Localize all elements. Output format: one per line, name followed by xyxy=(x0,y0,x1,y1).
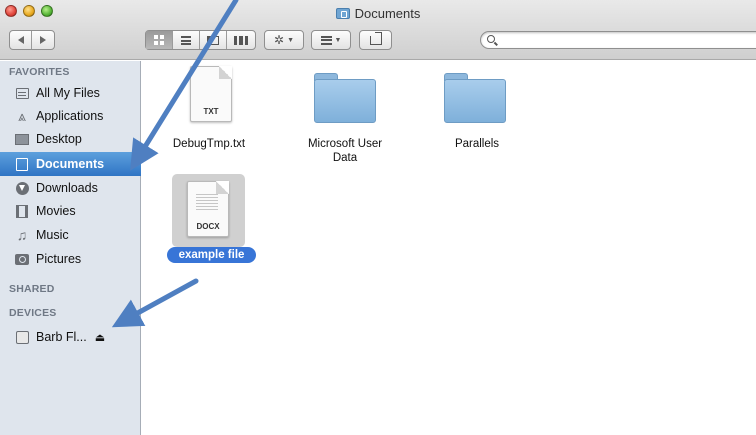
share-button[interactable] xyxy=(359,30,392,50)
sidebar-item-applications[interactable]: ⩓ Applications xyxy=(0,105,141,127)
sidebar-item-label: Pictures xyxy=(36,252,82,266)
folder-parallels[interactable]: Parallels xyxy=(430,66,524,158)
action-menu-button[interactable]: ✲ ▼ xyxy=(264,30,304,50)
file-ext-label: DOCX xyxy=(196,222,220,231)
chevron-down-icon: ▼ xyxy=(334,36,342,44)
finder-window: Documents ✲ ▼ ▼ FAVORITES All My Files ⩓… xyxy=(0,0,756,435)
folder-icon xyxy=(444,73,506,123)
search-field[interactable] xyxy=(480,31,756,49)
applications-icon: ⩓ xyxy=(18,107,26,124)
cover-flow-icon xyxy=(234,35,248,45)
title-bar: Documents ✲ ▼ ▼ xyxy=(0,0,756,60)
forward-arrow-icon xyxy=(40,36,46,44)
pictures-icon xyxy=(15,253,29,265)
sidebar-item-label: All My Files xyxy=(36,86,100,100)
downloads-icon xyxy=(15,181,29,195)
sidebar-heading-shared: SHARED xyxy=(9,283,55,295)
movies-icon xyxy=(16,204,28,218)
file-example-file[interactable]: DOCX xyxy=(172,174,245,247)
sidebar-item-music[interactable]: ♫ Music xyxy=(0,224,141,246)
list-view-button[interactable] xyxy=(173,31,200,49)
folder-microsoft-user-data[interactable]: Microsoft User Data xyxy=(290,66,400,166)
sidebar-item-pictures[interactable]: Pictures xyxy=(0,248,141,270)
sidebar-item-barb-flash-drive[interactable]: Barb Fl... ⏏ xyxy=(0,326,141,348)
music-icon: ♫ xyxy=(16,227,28,243)
drive-icon xyxy=(15,330,29,344)
file-name: DebugTmp.txt xyxy=(172,138,246,150)
icon-view-button[interactable] xyxy=(146,31,173,49)
sidebar-item-label: Documents xyxy=(36,157,105,171)
back-forward-control xyxy=(9,30,55,50)
view-mode-control xyxy=(145,30,256,50)
sidebar-item-label: Movies xyxy=(36,204,76,218)
folder-icon xyxy=(314,73,376,123)
arrange-icon xyxy=(320,35,332,45)
sidebar-item-label: Applications xyxy=(36,109,104,123)
sidebar-item-desktop[interactable]: Desktop xyxy=(0,128,141,150)
column-view-button[interactable] xyxy=(200,31,227,49)
all-files-icon xyxy=(15,87,29,99)
sidebar-item-movies[interactable]: Movies xyxy=(0,200,141,222)
sidebar-heading-devices: DEVICES xyxy=(9,307,57,319)
arrange-menu-button[interactable]: ▼ xyxy=(311,30,351,50)
grid-icon xyxy=(154,35,164,45)
file-ext-label: TXT xyxy=(203,107,219,116)
file-name: Microsoft User Data xyxy=(307,138,383,164)
file-name-selected[interactable]: example file xyxy=(167,247,256,263)
back-button[interactable] xyxy=(10,31,32,49)
file-debugtmp[interactable]: TXT DebugTmp.txt xyxy=(163,66,255,158)
search-icon xyxy=(487,35,495,43)
file-name: Parallels xyxy=(454,138,500,150)
sidebar-heading-favorites: FAVORITES xyxy=(9,66,70,78)
search-input[interactable] xyxy=(501,33,741,47)
sidebar-item-documents[interactable]: Documents xyxy=(0,152,141,176)
window-title: Documents xyxy=(0,6,756,21)
cover-flow-button[interactable] xyxy=(227,31,255,49)
documents-icon xyxy=(16,157,28,171)
eject-icon[interactable]: ⏏ xyxy=(95,331,105,344)
columns-icon xyxy=(207,35,219,45)
sidebar-item-label: Music xyxy=(36,228,69,242)
sidebar-item-label: Barb Fl... xyxy=(36,330,87,344)
forward-button[interactable] xyxy=(32,31,54,49)
sidebar-item-downloads[interactable]: Downloads xyxy=(0,177,141,199)
share-icon xyxy=(369,35,382,45)
sidebar-item-label: Downloads xyxy=(36,181,98,195)
back-arrow-icon xyxy=(17,36,24,44)
gear-icon: ✲ xyxy=(274,33,285,47)
chevron-down-icon: ▼ xyxy=(287,36,294,44)
list-icon xyxy=(181,35,191,45)
sidebar-item-label: Desktop xyxy=(36,132,82,146)
word-document-icon: DOCX xyxy=(187,181,229,237)
text-document-icon: TXT xyxy=(190,66,232,122)
documents-folder-icon xyxy=(335,8,350,19)
sidebar: FAVORITES All My Files ⩓ Applications De… xyxy=(0,61,141,435)
sidebar-item-all-my-files[interactable]: All My Files xyxy=(0,82,141,104)
window-title-text: Documents xyxy=(354,6,421,21)
desktop-icon xyxy=(15,133,29,145)
